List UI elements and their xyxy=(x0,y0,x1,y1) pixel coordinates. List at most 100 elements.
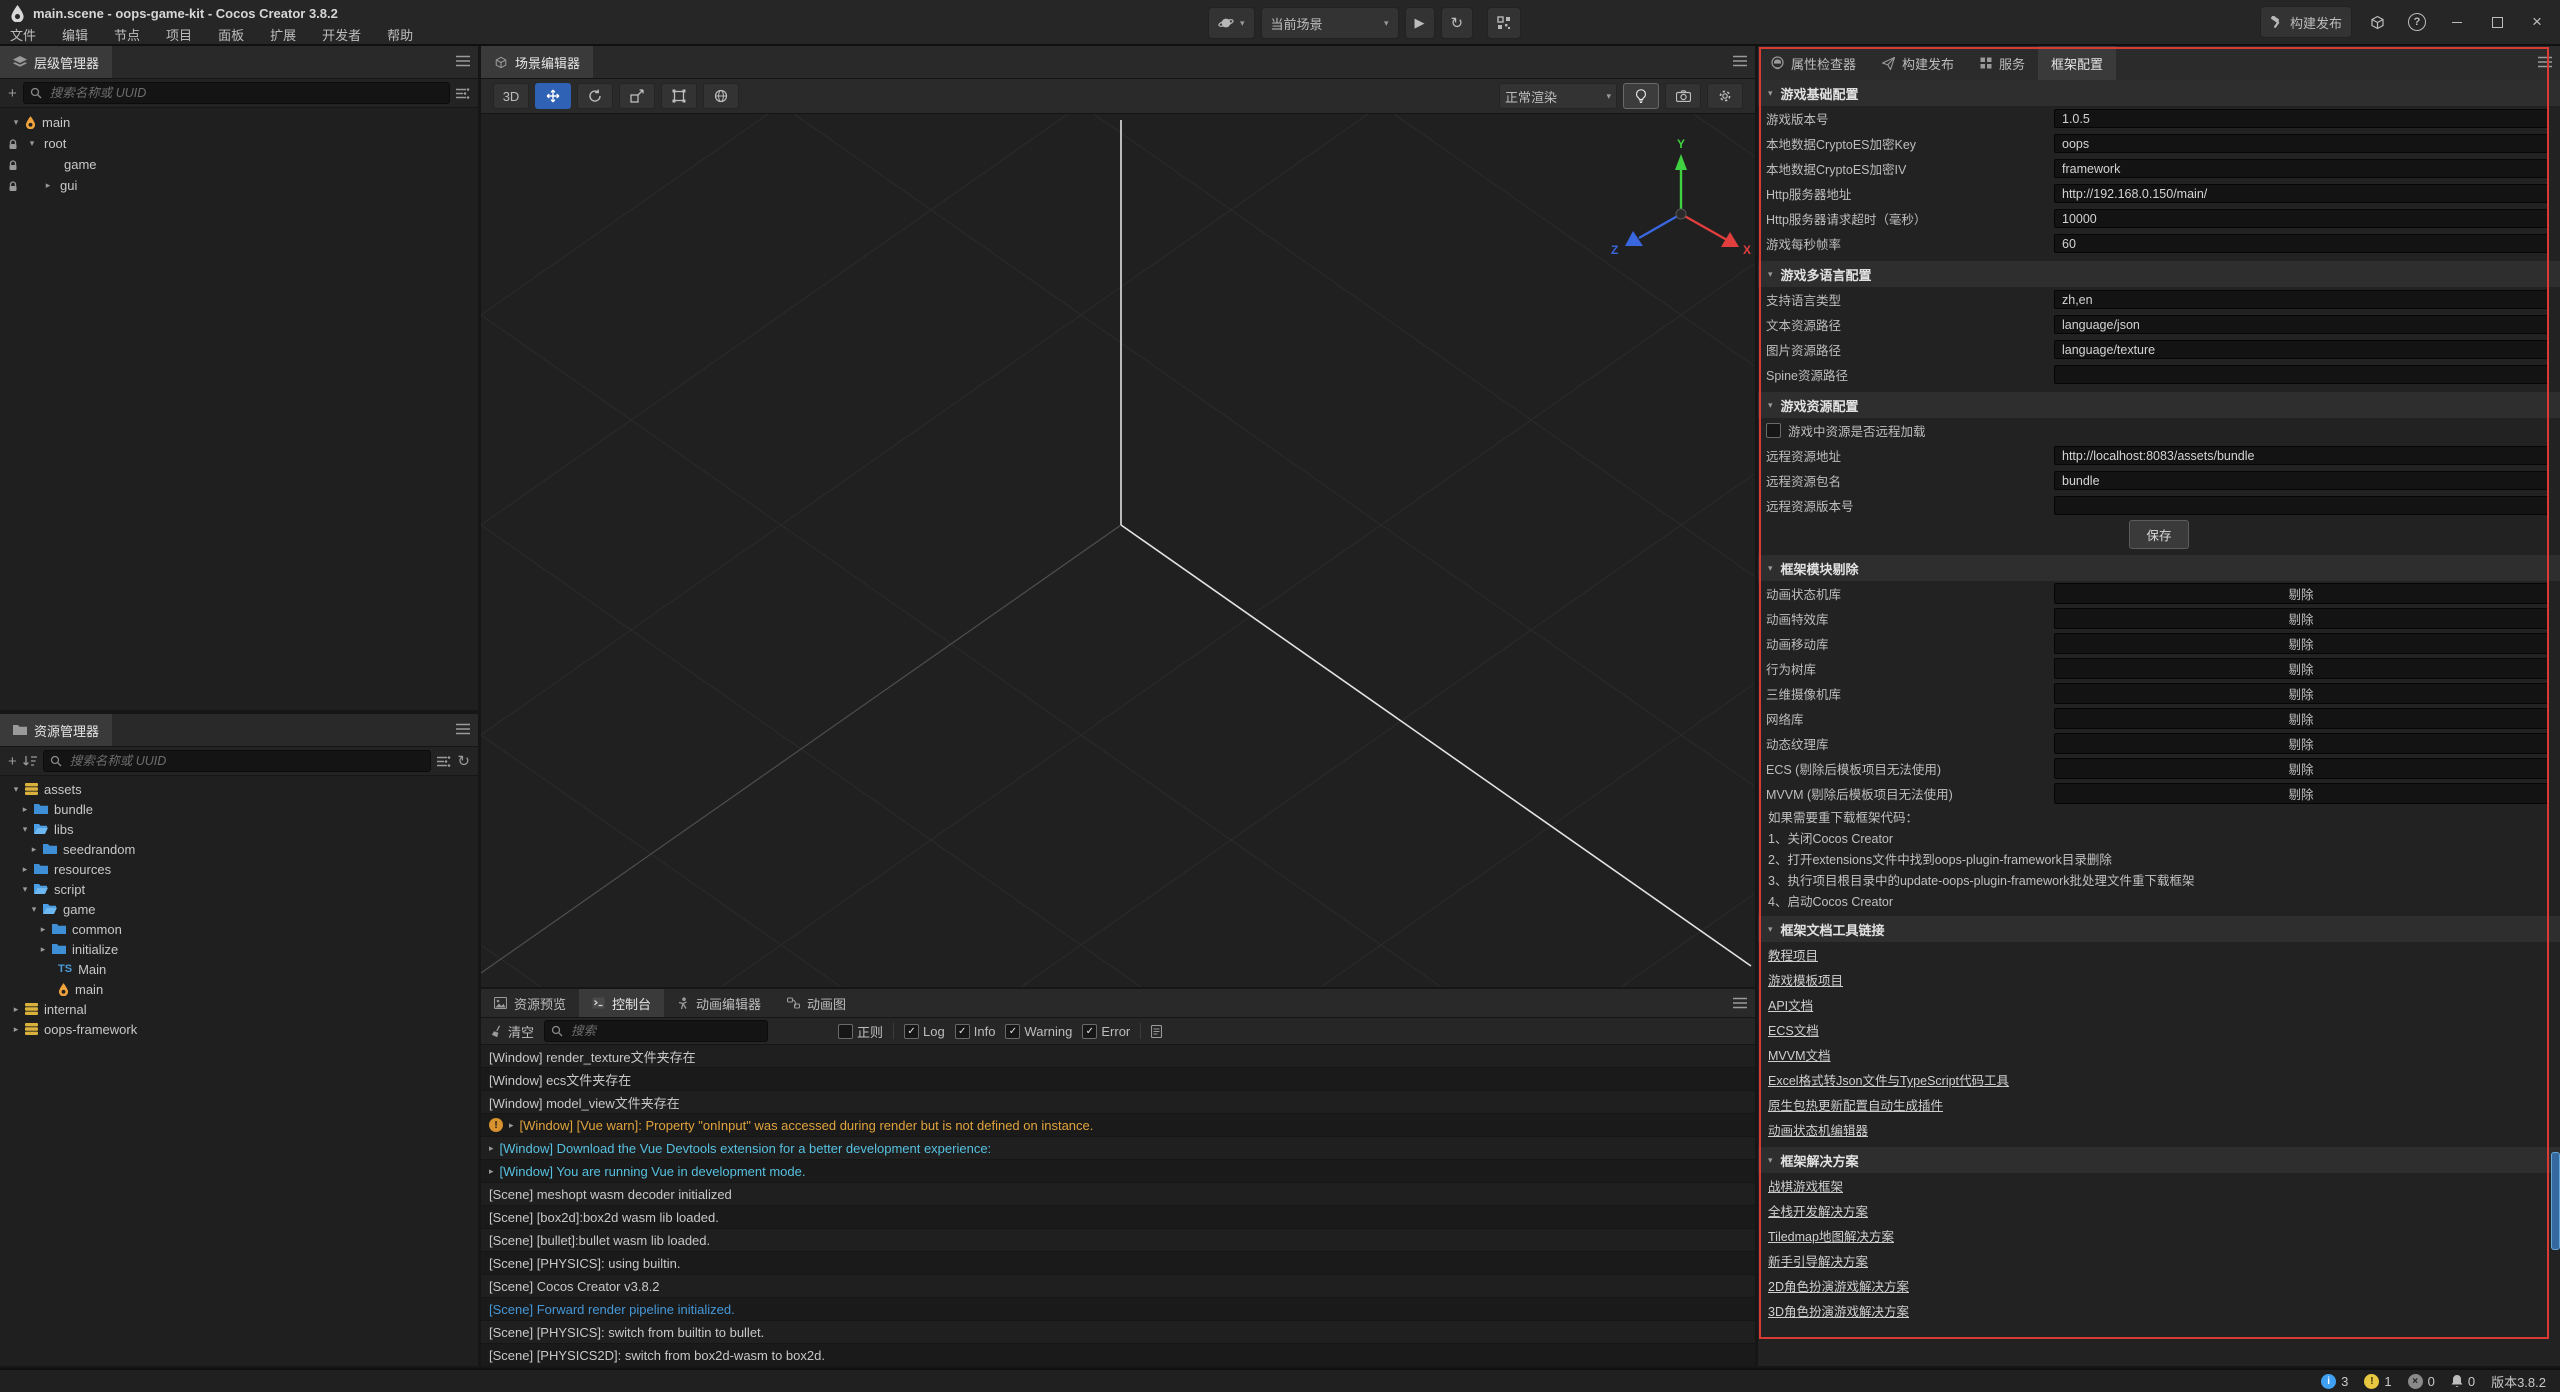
scene-settings-button[interactable] xyxy=(1707,83,1743,109)
menu-developer[interactable]: 开发者 xyxy=(322,25,361,44)
error-count[interactable]: × 0 xyxy=(2408,1374,2435,1389)
preview-mode-button[interactable] xyxy=(1487,7,1521,39)
chevron-right-icon[interactable]: ▸ xyxy=(19,804,31,815)
asset-node-script[interactable]: ▾ script xyxy=(0,879,478,899)
section-doc-links[interactable]: ▾ 框架文档工具链接 xyxy=(1758,916,2560,942)
asset-node-bundle[interactable]: ▸ bundle xyxy=(0,799,478,819)
lock-icon[interactable] xyxy=(8,138,18,153)
section-framework-modules[interactable]: ▾ 框架模块剔除 xyxy=(1758,555,2560,581)
menu-project[interactable]: 项目 xyxy=(166,25,192,44)
remove-module-button[interactable]: 剔除 xyxy=(2054,708,2548,729)
log-row-info[interactable]: ▸ [Window] You are running Vue in develo… xyxy=(481,1160,1755,1183)
doc-link[interactable]: 游戏模板项目 xyxy=(1768,970,1843,989)
scene-light-toggle-button[interactable] xyxy=(1623,83,1659,109)
axis-gizmo[interactable]: Y X Z xyxy=(1611,137,1751,257)
log-row[interactable]: [Scene] meshopt wasm decoder initialized xyxy=(481,1183,1755,1206)
inspector-menu-icon[interactable] xyxy=(2538,56,2552,71)
move-tool-button[interactable] xyxy=(535,83,571,109)
game-version-input[interactable] xyxy=(2054,109,2548,128)
log-row[interactable]: [Scene] [bullet]:bullet wasm lib loaded. xyxy=(481,1229,1755,1252)
log-row[interactable]: [Window] ecs文件夹存在 xyxy=(481,1068,1755,1091)
remote-res-version-input[interactable] xyxy=(2054,496,2548,515)
log-row[interactable]: [Scene] [box2d]:box2d wasm lib loaded. xyxy=(481,1206,1755,1229)
doc-link[interactable]: ECS文档 xyxy=(1768,1020,1819,1039)
hierarchy-node-gui[interactable]: ▸ gui xyxy=(0,175,478,196)
gizmo-space-toggle-button[interactable] xyxy=(703,83,739,109)
gizmo-z-label[interactable]: Z xyxy=(1611,243,1618,257)
spine-res-path-input[interactable] xyxy=(2054,365,2548,384)
log-row-link[interactable]: [Scene] Forward render pipeline initiali… xyxy=(481,1298,1755,1321)
console-menu-icon[interactable] xyxy=(1733,997,1747,1012)
chevron-right-icon[interactable]: ▸ xyxy=(37,944,49,955)
text-res-path-input[interactable] xyxy=(2054,315,2548,334)
gizmo-y-label[interactable]: Y xyxy=(1677,137,1685,151)
remove-module-button[interactable]: 剔除 xyxy=(2054,733,2548,754)
rotate-tool-button[interactable] xyxy=(577,83,613,109)
regex-checkbox[interactable] xyxy=(838,1024,853,1039)
asset-node-seedrandom[interactable]: ▸ seedrandom xyxy=(0,839,478,859)
log-checkbox[interactable]: ✓ xyxy=(904,1024,919,1039)
tab-hierarchy[interactable]: 层级管理器 xyxy=(0,46,112,78)
http-server-input[interactable] xyxy=(2054,184,2548,203)
remove-module-button[interactable]: 剔除 xyxy=(2054,608,2548,629)
tab-console[interactable]: 控制台 xyxy=(579,989,664,1017)
expand-icon[interactable]: ▸ xyxy=(489,1143,494,1154)
assets-menu-icon[interactable] xyxy=(456,723,470,738)
remote-load-checkbox[interactable] xyxy=(1766,423,1781,438)
hierarchy-search-box[interactable] xyxy=(23,82,450,104)
asset-node-oops-framework[interactable]: ▸ oops-framework xyxy=(0,1019,478,1039)
remove-module-button[interactable]: 剔除 xyxy=(2054,683,2548,704)
scale-tool-button[interactable] xyxy=(619,83,655,109)
build-publish-button[interactable]: 构建发布 xyxy=(2260,6,2352,38)
play-button[interactable]: ▶ xyxy=(1405,7,1435,39)
inspector-scrollbar-thumb[interactable] xyxy=(2551,1152,2560,1250)
dimension-toggle-button[interactable]: 3D xyxy=(493,83,529,109)
scene-select-dropdown[interactable]: 当前场景 ▾ xyxy=(1261,7,1399,39)
chevron-right-icon[interactable]: ▸ xyxy=(19,864,31,875)
filter-icon[interactable] xyxy=(437,756,451,767)
chevron-down-icon[interactable]: ▾ xyxy=(26,138,38,149)
create-asset-button[interactable]: + xyxy=(8,753,17,770)
chevron-right-icon[interactable]: ▸ xyxy=(10,1004,22,1015)
chevron-right-icon[interactable]: ▸ xyxy=(28,844,40,855)
doc-link[interactable]: MVVM文档 xyxy=(1768,1045,1831,1064)
error-checkbox[interactable]: ✓ xyxy=(1082,1024,1097,1039)
asset-node-game[interactable]: ▾ game xyxy=(0,899,478,919)
chevron-right-icon[interactable]: ▸ xyxy=(37,924,49,935)
crypto-key-input[interactable] xyxy=(2054,134,2548,153)
solution-link[interactable]: 2D角色扮演游戏解决方案 xyxy=(1768,1276,1909,1295)
asset-node-libs[interactable]: ▾ libs xyxy=(0,819,478,839)
create-node-button[interactable]: + xyxy=(8,85,17,102)
refresh-icon[interactable]: ↻ xyxy=(457,752,470,770)
remove-module-button[interactable]: 剔除 xyxy=(2054,583,2548,604)
open-log-file-button[interactable] xyxy=(1151,1025,1162,1038)
filter-info-toggle[interactable]: ✓ Info xyxy=(955,1024,996,1039)
menu-node[interactable]: 节点 xyxy=(114,25,140,44)
remove-module-button[interactable]: 剔除 xyxy=(2054,758,2548,779)
rect-tool-button[interactable] xyxy=(661,83,697,109)
hierarchy-node-game[interactable]: game xyxy=(0,154,478,175)
lock-icon[interactable] xyxy=(8,159,18,174)
hierarchy-node-root[interactable]: ▾ root xyxy=(0,133,478,154)
render-mode-dropdown[interactable]: 正常渲染 ▾ xyxy=(1499,83,1617,109)
asset-node-resources[interactable]: ▸ resources xyxy=(0,859,478,879)
section-solutions[interactable]: ▾ 框架解决方案 xyxy=(1758,1147,2560,1173)
info-count[interactable]: i 3 xyxy=(2321,1374,2348,1389)
sort-icon[interactable] xyxy=(23,755,37,767)
log-row-info[interactable]: ▸ [Window] Download the Vue Devtools ext… xyxy=(481,1137,1755,1160)
tab-assets[interactable]: 资源管理器 xyxy=(0,714,112,746)
chevron-down-icon[interactable]: ▾ xyxy=(19,824,31,835)
log-row[interactable]: [Scene] Cocos Creator v3.8.2 xyxy=(481,1275,1755,1298)
chevron-down-icon[interactable]: ▾ xyxy=(10,784,22,795)
expand-icon[interactable]: ▸ xyxy=(509,1120,514,1131)
log-row-warning[interactable]: ! ▸ [Window] [Vue warn]: Property "onInp… xyxy=(481,1114,1755,1137)
solution-link[interactable]: 新手引导解决方案 xyxy=(1768,1251,1868,1270)
expand-icon[interactable]: ▸ xyxy=(489,1166,494,1177)
remote-res-url-input[interactable] xyxy=(2054,446,2548,465)
scene-camera-button[interactable] xyxy=(1665,83,1701,109)
remove-module-button[interactable]: 剔除 xyxy=(2054,783,2548,804)
step-button[interactable]: ↻ xyxy=(1441,7,1474,39)
hierarchy-menu-icon[interactable] xyxy=(456,55,470,70)
tab-property-inspector[interactable]: 属性检查器 xyxy=(1758,46,1869,80)
remote-bundle-name-input[interactable] xyxy=(2054,471,2548,490)
